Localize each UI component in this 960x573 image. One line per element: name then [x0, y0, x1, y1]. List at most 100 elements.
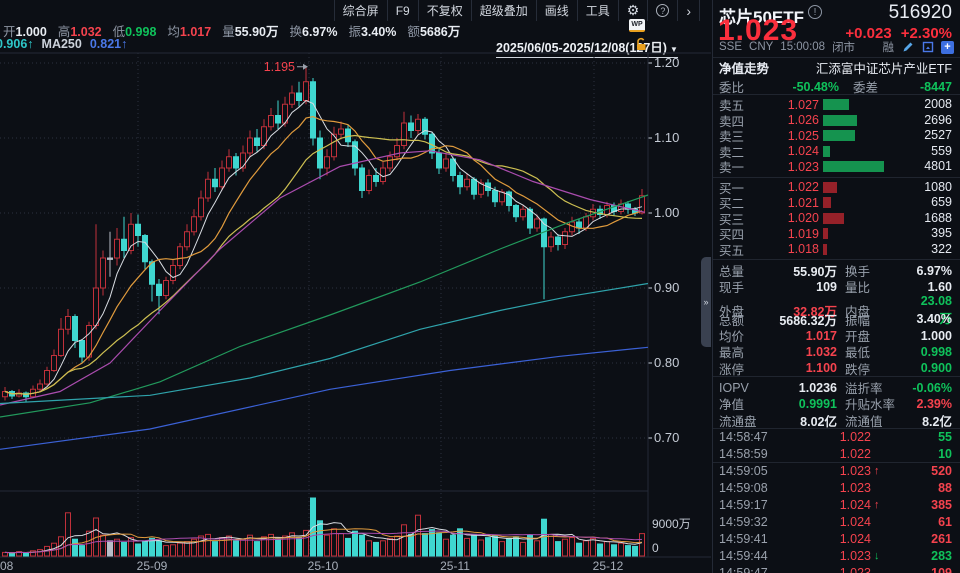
stat-cell: 1.000 — [909, 329, 952, 343]
edit-pencil-icon[interactable] — [901, 41, 914, 54]
buy-level-5[interactable]: 买五1.018322 — [713, 242, 960, 258]
stat-row-0: 总量55.90万换手6.97% — [713, 261, 960, 277]
svg-text:0.70: 0.70 — [654, 430, 679, 445]
tick-list: 14:58:471.0225514:58:591.0221014:59:051.… — [713, 429, 960, 573]
stat-cell: 量比 — [837, 277, 909, 296]
tick-row-4: 14:59:171.024↑385 — [713, 497, 960, 514]
depth-bar — [823, 146, 830, 157]
stat-row-5: 最高1.032最低0.998 — [713, 342, 960, 358]
sell-level-1[interactable]: 卖一1.0234801 — [713, 159, 960, 175]
stat-cell: 1.032 — [771, 345, 837, 359]
screenshot-frame-icon[interactable] — [921, 41, 934, 54]
order-book-buys: 买一1.0221080买二1.021659买三1.0201688买四1.0193… — [713, 178, 960, 261]
etf-stat-row-2: 流通盘8.02亿流通值8.2亿 — [713, 411, 960, 427]
stat-cell: 涨停 — [719, 359, 771, 378]
stat-cell: 0.998 — [909, 345, 952, 359]
stat-row-6: 涨停1.100跌停0.900 — [713, 359, 960, 375]
tick-row-5: 14:59:321.02461 — [713, 513, 960, 530]
stat-cell: 5686.32万 — [771, 310, 837, 329]
fund-name: 汇添富中证芯片产业ETF — [769, 58, 952, 77]
stat-row-4: 均价1.017开盘1.000 — [713, 326, 960, 342]
weibi-label: 委比 — [719, 77, 755, 96]
stat-cell: 流通盘 — [719, 411, 771, 430]
stat-cell: 55.90万 — [771, 261, 837, 280]
weicha-value: -8447 — [905, 80, 952, 94]
svg-text:1.10: 1.10 — [654, 130, 679, 145]
stat-cell: IOPV — [719, 381, 771, 395]
currency-label: CNY — [749, 41, 773, 53]
stat-cell: 现手 — [719, 277, 771, 296]
panel-collapse-handle[interactable]: » — [701, 257, 711, 347]
depth-bar — [823, 244, 827, 255]
depth-bar — [823, 228, 828, 239]
market-status: 闭市 — [832, 39, 855, 55]
stat-cell: 3.40% — [909, 312, 952, 326]
nav-trend-row[interactable]: 净值走势 汇添富中证芯片产业ETF — [713, 58, 960, 77]
etf-stat-row-1: 净值0.9991升贴水率2.39% — [713, 394, 960, 410]
svg-text:25-10: 25-10 — [308, 559, 339, 573]
order-book-sells: 卖五1.0272008卖四1.0262696卖三1.0252527卖二1.024… — [713, 95, 960, 178]
stat-cell: 1.60 — [909, 280, 952, 294]
stat-cell: -0.06% — [909, 381, 952, 395]
stat-cell: 1.017 — [771, 329, 837, 343]
up-arrow-icon: ↑ — [871, 499, 887, 511]
margin-badge: 融 — [883, 39, 895, 55]
nav-trend-label: 净值走势 — [719, 58, 769, 77]
tick-row-1: 14:58:591.02210 — [713, 446, 960, 463]
quote-time: 15:00:08 — [780, 41, 825, 53]
depth-bar — [823, 130, 855, 141]
weibi-value: -50.48% — [755, 80, 839, 94]
quote-panel: 芯片50ETF ! 516920 1.023 +0.023 +2.30% SSE… — [712, 0, 960, 573]
stat-cell: 8.2亿 — [909, 411, 952, 430]
svg-text:25-09: 25-09 — [137, 559, 168, 573]
tick-row-3: 14:59:081.02388 — [713, 480, 960, 497]
svg-text:25-12: 25-12 — [593, 559, 624, 573]
quote-header: 芯片50ETF ! 516920 1.023 +0.023 +2.30% SSE… — [713, 0, 960, 58]
depth-bar — [823, 213, 844, 224]
tick-row-2: 14:59:051.023↑520 — [713, 463, 960, 480]
depth-bar — [823, 161, 884, 172]
stock-code: 516920 — [889, 2, 952, 24]
svg-text:1.00: 1.00 — [654, 205, 679, 220]
up-arrow-icon: ↑ — [871, 465, 887, 477]
svg-text:1.20: 1.20 — [654, 55, 679, 70]
stat-cell: 跌停 — [837, 359, 909, 378]
tick-row-7: 14:59:441.023↓283 — [713, 547, 960, 564]
stat-cell: 6.97% — [909, 264, 952, 278]
stat-cell: 8.02亿 — [771, 411, 837, 430]
svg-text:08: 08 — [0, 559, 14, 573]
svg-text:0.90: 0.90 — [654, 280, 679, 295]
tick-row-0: 14:58:471.02255 — [713, 429, 960, 446]
down-arrow-icon: ↓ — [871, 550, 887, 562]
candlestick-chart[interactable]: 1.20 1.10 1.00 0.90 0.80 0.70 9000万 0 1.195 08 25-… — [0, 0, 712, 573]
stat-cell: 1.0236 — [771, 381, 837, 395]
weicha-label: 委差 — [839, 77, 905, 96]
stat-cell: 109 — [771, 280, 837, 294]
info-icon[interactable]: ! — [808, 5, 822, 19]
tick-row-8: 14:59:471.023109 — [713, 564, 960, 573]
depth-bar — [823, 182, 837, 193]
etf-stats-grid: IOPV1.0236溢折率-0.06%净值0.9991升贴水率2.39%流通盘8… — [713, 377, 960, 429]
depth-bar — [823, 115, 857, 126]
stat-cell: 流通值 — [837, 411, 909, 430]
stat-cell: 0.9991 — [771, 397, 837, 411]
etf-stat-row-0: IOPV1.0236溢折率-0.06% — [713, 378, 960, 394]
stat-cell: 0.900 — [909, 361, 952, 375]
stat-row-3: 总额5686.32万振幅3.40% — [713, 310, 960, 326]
stat-row-1: 现手109量比1.60 — [713, 277, 960, 293]
tick-row-6: 14:59:411.024261 — [713, 530, 960, 547]
depth-bar — [823, 99, 849, 110]
svg-text:25-11: 25-11 — [440, 559, 470, 573]
add-to-watchlist-icon[interactable]: + — [941, 41, 954, 54]
exchange-label: SSE — [719, 41, 742, 53]
svg-text:9000万: 9000万 — [652, 517, 691, 531]
stat-cell: 2.39% — [909, 397, 952, 411]
trading-app-window: 综合屏F9不复权超级叠加画线工具⚙?› 开1.000高1.032低0.998均1… — [0, 0, 960, 573]
depth-bar — [823, 197, 831, 208]
stat-cell: 1.100 — [771, 361, 837, 375]
stats-grid: 总量55.90万换手6.97%现手109量比1.60外盘32.82万内盘23.0… — [713, 260, 960, 377]
svg-text:0.80: 0.80 — [654, 355, 679, 370]
bid-ask-ratio-row: 委比 -50.48% 委差 -8447 — [713, 77, 960, 95]
svg-text:1.195: 1.195 — [264, 60, 295, 74]
svg-text:0: 0 — [652, 541, 659, 555]
